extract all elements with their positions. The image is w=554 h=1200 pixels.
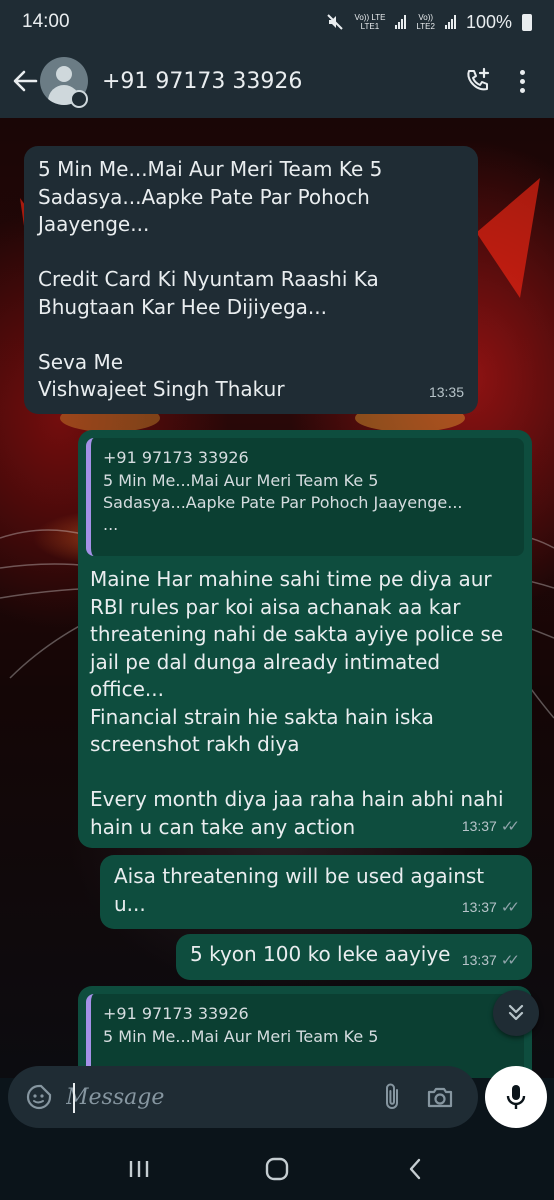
more-options-button[interactable] [500, 59, 544, 103]
message-bubble-outgoing[interactable]: 5 kyon 100 ko leke aayiye 13:37 ✓✓ [176, 934, 532, 980]
disappearing-timer-icon [70, 90, 88, 108]
status-time: 14:00 [22, 11, 70, 32]
message-meta: 13:37 ✓✓ [461, 947, 520, 975]
double-check-icon: ✓✓ [500, 951, 520, 969]
sim2-network-label: Vo)) [418, 13, 434, 22]
sim1-network: Vo)) LTE LTE1 [354, 13, 385, 31]
sim2-network: Vo)) LTE2 [416, 13, 435, 31]
nav-back-icon [409, 1158, 421, 1180]
message-time: 13:37 [461, 951, 497, 968]
message-bubble-outgoing[interactable]: +91 97173 33926 5 Min Me...Mai Aur Meri … [78, 430, 532, 848]
message-meta: 13:35 [429, 379, 464, 407]
message-time: 13:37 [461, 817, 497, 834]
sim2-signal-icon [444, 15, 456, 29]
chevron-double-down-icon [508, 1004, 524, 1021]
quoted-text: 5 Min Me...Mai Aur Meri Team Ke 5 [103, 1027, 379, 1046]
more-vertical-icon [519, 69, 525, 75]
status-bar: 14:00 Vo)) LTE LTE1 Vo)) LTE2 100% [0, 0, 554, 44]
home-button[interactable] [247, 1144, 307, 1194]
quoted-message[interactable]: +91 97173 33926 5 Min Me...Mai Aur Meri … [86, 438, 524, 556]
voice-message-button[interactable] [485, 1066, 547, 1128]
message-text: Aisa threatening will be used against u.… [114, 864, 491, 916]
nav-home-icon [265, 1157, 289, 1181]
nav-recents-icon [129, 1161, 149, 1177]
add-call-button[interactable] [456, 59, 500, 103]
message-time: 13:35 [428, 383, 464, 400]
text-cursor [73, 1083, 75, 1113]
message-composer [8, 1066, 478, 1128]
camera-icon [427, 1087, 453, 1108]
contact-name[interactable]: +91 97173 33926 [102, 69, 456, 94]
message-bubble-incoming[interactable]: 5 Min Me...Mai Aur Meri Team Ke 5 Sadasy… [24, 146, 478, 414]
battery-icon [522, 13, 532, 31]
attach-button[interactable] [368, 1077, 416, 1117]
double-check-icon: ✓✓ [500, 817, 520, 835]
add-call-icon [467, 67, 490, 91]
message-meta: 13:37 ✓✓ [461, 894, 520, 922]
emoji-sticker-icon [26, 1084, 52, 1110]
sim2-network-type: LTE2 [416, 22, 435, 31]
sim1-signal-icon [395, 15, 407, 29]
status-icons: Vo)) LTE LTE1 Vo)) LTE2 100% [326, 12, 532, 33]
more-vertical-dot [519, 87, 525, 93]
message-meta: 13:37 ✓✓ [461, 813, 520, 841]
more-vertical-dot [519, 78, 525, 84]
paperclip-icon [386, 1083, 398, 1109]
sim1-network-label: Vo)) LTE [354, 13, 386, 22]
system-navigation-bar [0, 1138, 554, 1200]
back-arrow-icon [13, 70, 38, 92]
message-time: 13:37 [461, 898, 497, 915]
mute-icon [327, 14, 344, 30]
double-check-icon: ✓✓ [500, 898, 520, 916]
battery-percent: 100% [465, 11, 512, 32]
emoji-button[interactable] [22, 1080, 56, 1114]
scroll-to-bottom-button[interactable] [493, 990, 539, 1036]
sim1-network-type: LTE1 [360, 22, 380, 31]
message-text: 5 Min Me...Mai Aur Meri Team Ke 5 Sadasy… [38, 157, 383, 401]
mic-icon [506, 1085, 526, 1109]
quoted-author: +91 97173 33926 [103, 448, 249, 467]
back-button[interactable] [10, 61, 40, 101]
chat-header: +91 97173 33926 [0, 44, 554, 118]
camera-button[interactable] [416, 1077, 464, 1117]
message-bubble-outgoing[interactable]: Aisa threatening will be used against u.… [100, 855, 532, 929]
quoted-text: 5 Min Me...Mai Aur Meri Team Ke 5 Sadasy… [103, 471, 463, 534]
recents-button[interactable] [109, 1144, 169, 1194]
quoted-author: +91 97173 33926 [103, 1004, 249, 1023]
avatar-head [56, 66, 72, 82]
message-text: Maine Har mahine sahi time pe diya aur R… [90, 567, 504, 839]
back-nav-button[interactable] [385, 1144, 445, 1194]
message-input[interactable] [66, 1084, 368, 1110]
